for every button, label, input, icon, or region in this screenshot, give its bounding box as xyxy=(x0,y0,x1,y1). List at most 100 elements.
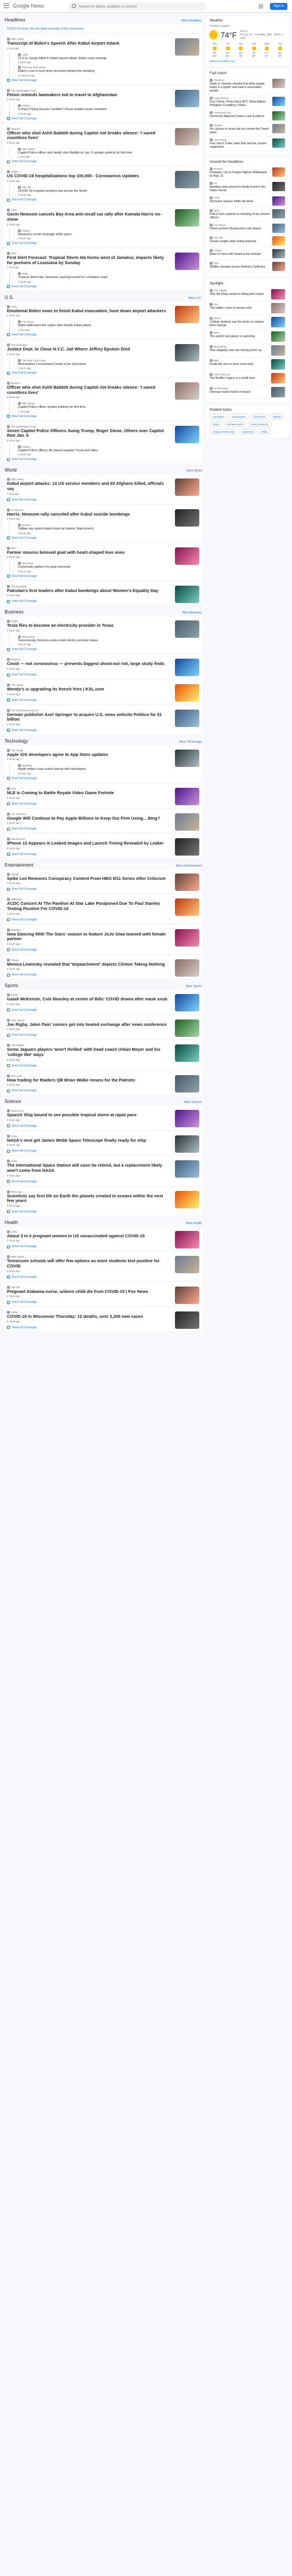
full-coverage-label[interactable]: View Full Coverage xyxy=(12,827,36,831)
source-name[interactable]: NPR xyxy=(214,331,220,334)
section-title[interactable]: Sports xyxy=(5,983,18,988)
full-coverage-label[interactable]: View Full Coverage xyxy=(12,1033,36,1037)
source-name[interactable]: CNN xyxy=(22,53,28,56)
item-headline-link[interactable]: Why the Delta variant is hitting kids ha… xyxy=(210,293,269,296)
source-name[interactable]: Politico xyxy=(22,229,31,232)
related-headline-link[interactable]: Community gathers for goat memorial xyxy=(18,565,167,569)
full-coverage-link[interactable]: View Full Coverage xyxy=(3,646,203,652)
headline-link[interactable]: Wendy's is upgrading its french fries | … xyxy=(7,686,170,692)
apps-grid-icon[interactable] xyxy=(258,4,263,9)
full-coverage-label[interactable]: View Full Coverage xyxy=(12,853,36,856)
item-thumbnail[interactable] xyxy=(271,317,285,327)
full-coverage-link[interactable]: View Full Coverage xyxy=(3,159,203,164)
weather-more-link[interactable]: More on weather.com xyxy=(210,60,285,63)
source-name[interactable]: Atlas Obscura xyxy=(214,373,230,376)
source-name[interactable]: Deadline xyxy=(11,929,21,931)
lead-story[interactable]: Phys.org Scientists say first life on Ear… xyxy=(3,1189,203,1209)
lead-story[interactable]: The Guardian Pakistan's first leaders aft… xyxy=(3,583,203,603)
lead-story[interactable]: CNN Gavin Newsom cancels Bay Area anti-re… xyxy=(3,207,203,227)
related-story[interactable]: NBC News Capitol Police officer who fatal… xyxy=(9,147,170,159)
headline-link[interactable]: NASA's next get James Webb Space Telesco… xyxy=(7,1138,170,1143)
headline-link[interactable]: Scientists say first life on Earth the p… xyxy=(7,1193,170,1204)
item-thumbnail[interactable] xyxy=(272,79,285,88)
headline-link[interactable]: Tesla files to become an electricity pro… xyxy=(7,623,170,629)
full-coverage-label[interactable]: View Full Coverage xyxy=(12,285,36,288)
full-coverage-label[interactable]: View Full Coverage xyxy=(12,536,36,540)
source-name[interactable]: Fox News xyxy=(214,224,225,226)
full-coverage-label[interactable]: View Full Coverage xyxy=(12,79,36,82)
item-headline-link[interactable]: The world's last glacier is vanishing xyxy=(210,335,269,338)
item-headline-link[interactable]: Dinosaur tracks found on beach xyxy=(210,390,269,394)
around-headline-item[interactable]: The Hill Senate weighs debt ceiling propo… xyxy=(210,235,285,247)
related-story[interactable]: Sky News Community gathers for goat memor… xyxy=(9,561,170,573)
fact-check-item[interactable]: USA Today Fact check: False claim that va… xyxy=(210,137,285,151)
source-name[interactable]: Reuters xyxy=(214,167,223,170)
full-coverage-label[interactable]: View Full Coverage xyxy=(12,1210,36,1214)
related-story[interactable]: The New York Times Metropolitan Correctio… xyxy=(9,358,170,371)
related-story[interactable]: Bloomberg Tesla Energy Ventures seeks ret… xyxy=(9,634,170,647)
full-coverage-link[interactable]: View Full Coverage xyxy=(3,284,203,289)
item-thumbnail[interactable] xyxy=(272,224,285,233)
full-coverage-label[interactable]: View Full Coverage xyxy=(12,918,36,922)
full-coverage-label[interactable]: View Full Coverage xyxy=(12,1149,36,1153)
spotlight-item[interactable]: Vox The hidden costs of remote work xyxy=(210,301,285,315)
story-thumbnail[interactable] xyxy=(175,1311,199,1329)
related-headline-link[interactable]: Tesla Energy Ventures seeks retail elect… xyxy=(18,639,167,643)
headline-link[interactable]: Monica Lewinsky revealed that 'Impeachme… xyxy=(7,962,170,967)
story-thumbnail[interactable] xyxy=(175,382,199,400)
story-thumbnail[interactable] xyxy=(175,1044,199,1062)
full-coverage-link[interactable]: View Full Coverage xyxy=(3,1179,203,1184)
full-coverage-link[interactable]: View Full Coverage xyxy=(3,947,203,952)
item-thumbnail[interactable] xyxy=(271,331,285,342)
search-icon[interactable] xyxy=(72,4,76,8)
headline-link[interactable]: Isaiah McKenzie, Cole Beasley at center … xyxy=(7,997,170,1002)
full-coverage-link[interactable]: View Full Coverage xyxy=(3,116,203,121)
full-coverage-link[interactable]: View Full Coverage xyxy=(3,240,203,246)
item-headline-link[interactable]: Pentagon: US to Finalize Afghan Withdraw… xyxy=(210,171,270,178)
related-headline-link[interactable]: Metropolitan Correctional Center to be s… xyxy=(18,363,167,367)
lead-story[interactable]: Reuters Officer who shot Ashli Babbitt du… xyxy=(3,380,203,400)
around-headline-item[interactable]: NBC Police hunt suspects in shooting of t… xyxy=(210,207,285,222)
lead-story[interactable]: CBS Sports Joe Rigby, Jalen Pain' rumors … xyxy=(3,1017,203,1037)
section-title[interactable]: Health xyxy=(5,1220,18,1225)
item-thumbnail[interactable] xyxy=(271,359,285,370)
lead-story[interactable]: The Verge Wendy's is upgrading its french… xyxy=(3,682,203,702)
item-thumbnail[interactable] xyxy=(272,97,285,106)
full-coverage-link[interactable]: View Full Coverage xyxy=(3,1088,203,1093)
related-headline-link[interactable]: 13 U.S. troops killed in Kabul airport a… xyxy=(18,57,167,61)
full-coverage-link[interactable]: View Full Coverage xyxy=(3,886,203,891)
item-thumbnail[interactable] xyxy=(272,209,285,218)
story-thumbnail[interactable] xyxy=(175,659,199,677)
lead-story[interactable]: NASA NASA's next get James Webb Space Tel… xyxy=(3,1133,203,1153)
source-name[interactable]: Fox News xyxy=(22,320,34,323)
headline-link[interactable]: About 3 in 4 pregnant women in US unvacc… xyxy=(7,1233,170,1239)
fact-check-item[interactable]: PolitiFact Study in Vietnam showed that d… xyxy=(210,77,285,95)
related-story[interactable]: WWL Tropical Storm Ida: Hurricane warning… xyxy=(9,272,170,284)
lead-story[interactable]: KSDK COVID-19 in Wisconsin Thursday: 12 d… xyxy=(3,1309,203,1329)
full-coverage-label[interactable]: View Full Coverage xyxy=(12,729,36,732)
more-section-link[interactable]: More Health xyxy=(186,1222,202,1225)
full-coverage-link[interactable]: View Full Coverage xyxy=(3,1063,203,1068)
related-headline-link[interactable]: COVID-19 hospital numbers rise across th… xyxy=(18,189,167,193)
story-thumbnail[interactable] xyxy=(175,209,199,227)
full-coverage-link[interactable]: View Full Coverage xyxy=(3,78,203,83)
full-coverage-label[interactable]: View Full Coverage xyxy=(12,371,36,375)
item-thumbnail[interactable] xyxy=(272,167,285,177)
story-thumbnail[interactable] xyxy=(175,1019,199,1037)
item-headline-link[interactable]: Study in Vietnam showed that delta varia… xyxy=(210,82,270,93)
headline-link[interactable]: Gavin Newsom cancels Bay Area anti-recal… xyxy=(7,212,170,222)
related-headline-link[interactable]: Capitol Police officers file lawsuit aga… xyxy=(18,449,167,453)
headline-link[interactable]: SpaceX Ship bound to see possible tropic… xyxy=(7,1113,170,1118)
full-coverage-link[interactable]: View Full Coverage xyxy=(3,697,203,703)
story-thumbnail[interactable] xyxy=(175,709,199,727)
fact-check-item[interactable]: FactCheck.org Ivermectin Approval Claims … xyxy=(210,109,285,122)
full-coverage-label[interactable]: View Full Coverage xyxy=(12,1124,36,1128)
around-headline-item[interactable]: Reuters Pentagon: US to Finalize Afghan W… xyxy=(210,166,285,180)
headline-link[interactable]: Officer who shot Ashli Babbitt during Ca… xyxy=(7,130,170,141)
item-headline-link[interactable]: Senate weighs debt ceiling proposal xyxy=(210,240,270,243)
full-coverage-label[interactable]: View Full Coverage xyxy=(12,198,36,202)
related-headline-link[interactable]: Biden addresses the nation after deadly … xyxy=(18,324,167,328)
source-name[interactable]: Snopes xyxy=(214,124,222,127)
headline-link[interactable]: First Alert Forecast: Tropical Storm Ida… xyxy=(7,255,170,265)
item-headline-link[interactable]: How shipping costs are driving prices up xyxy=(210,349,269,352)
